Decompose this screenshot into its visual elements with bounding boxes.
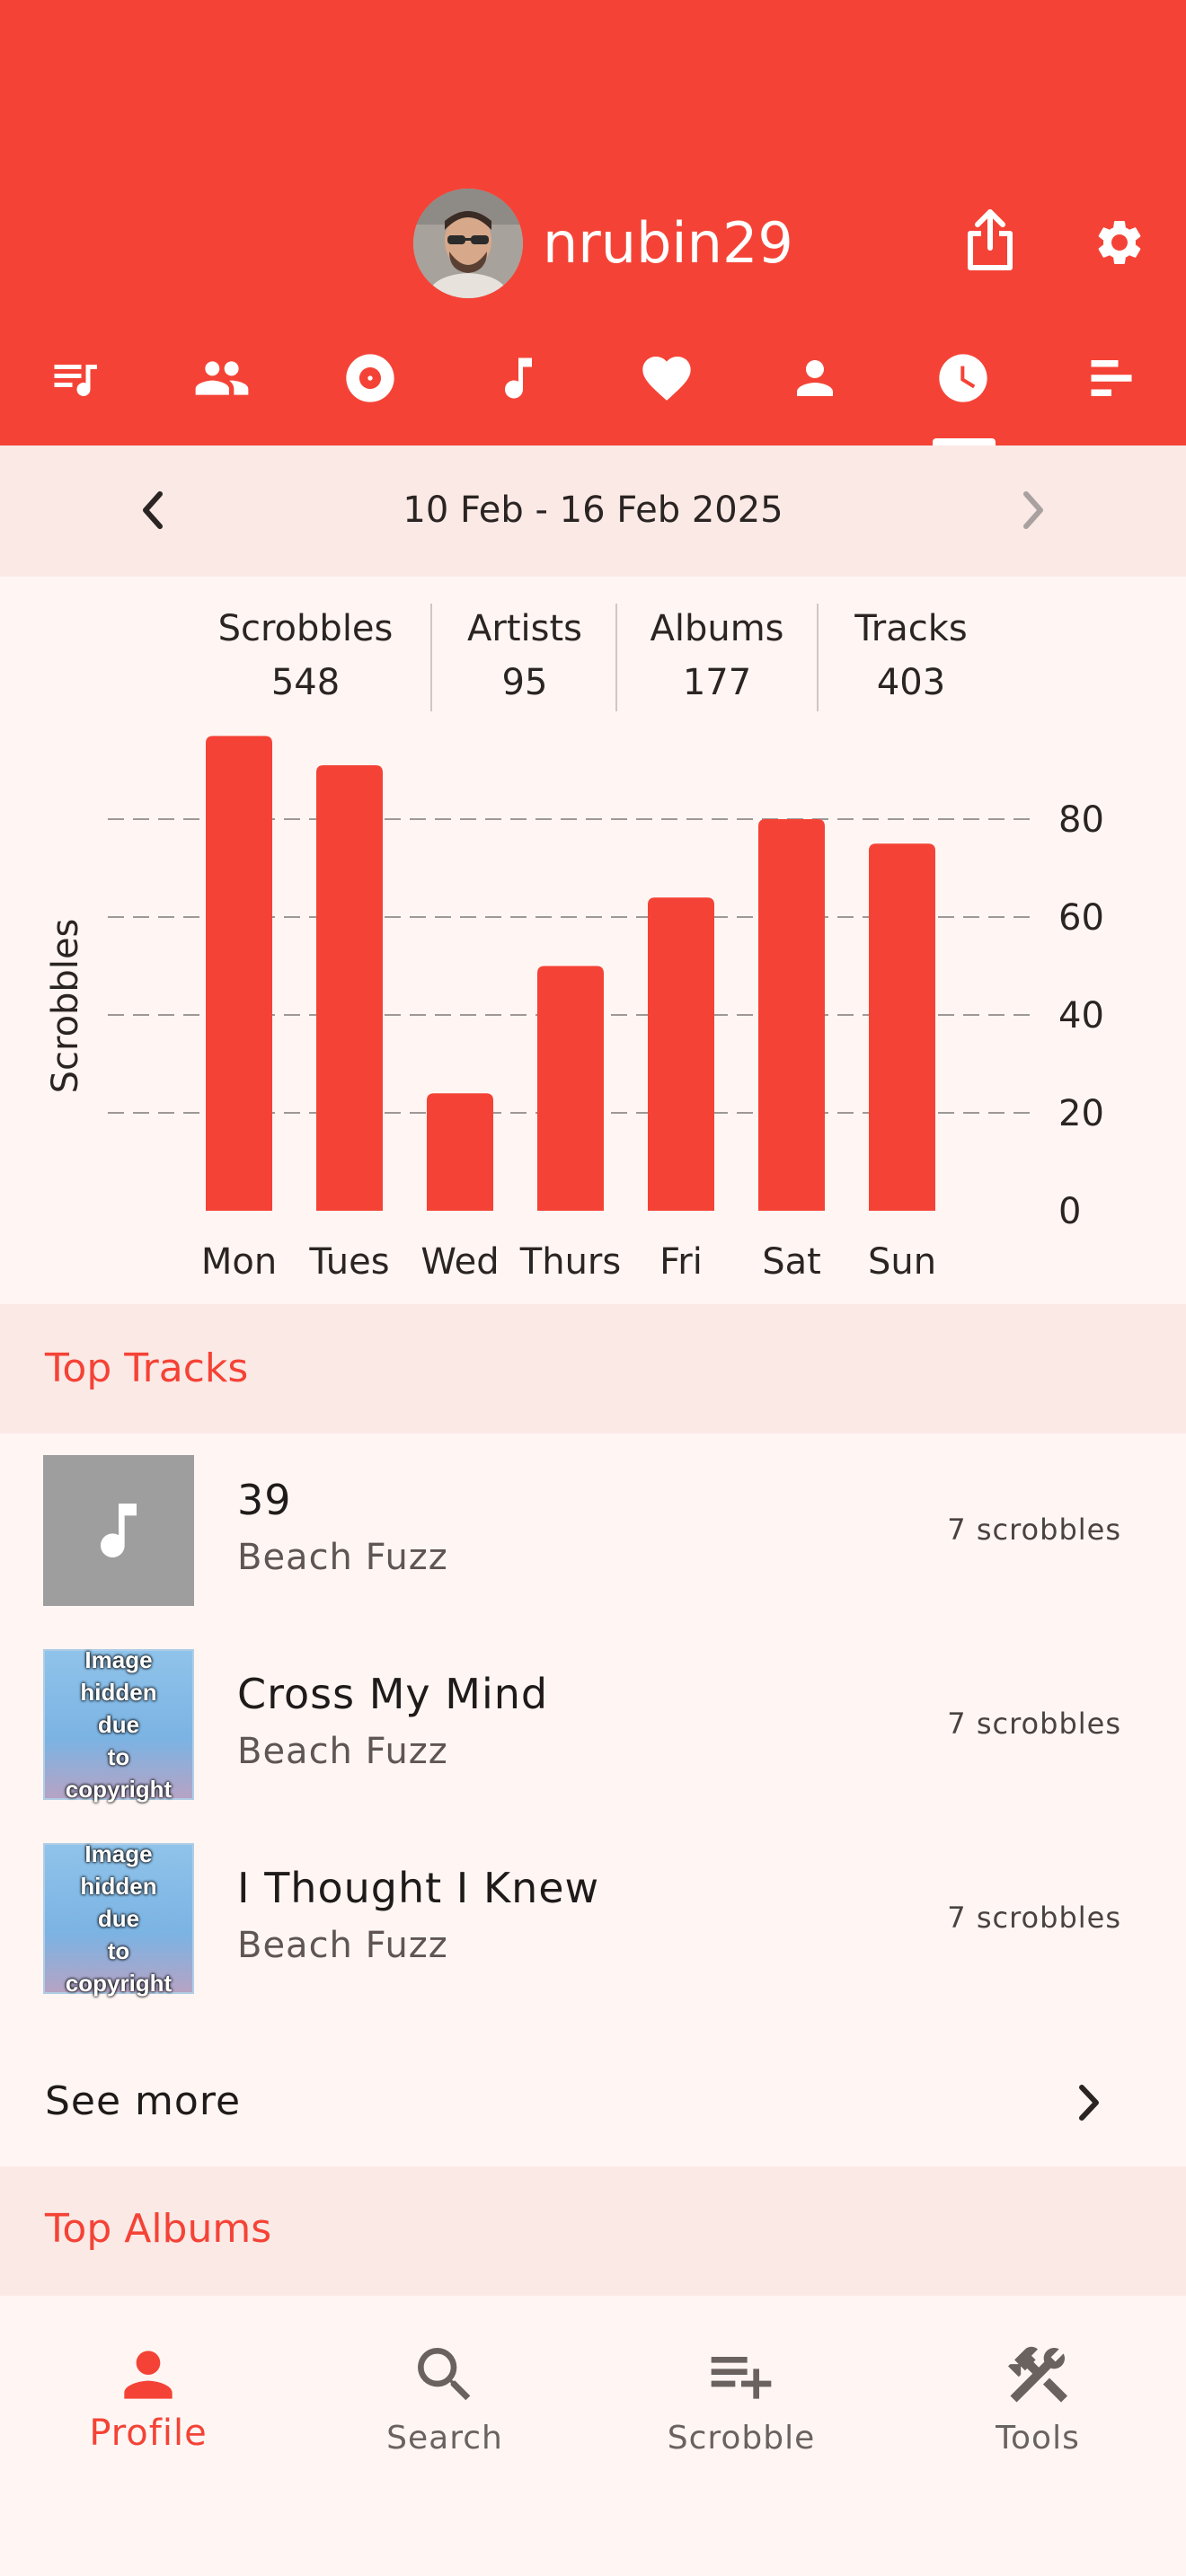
track-art: Image hidden due to copyright <box>43 1840 194 1997</box>
tab-tracks[interactable] <box>478 340 559 420</box>
x-tick-label: Sat <box>762 1241 821 1283</box>
nav-label: Tools <box>996 2420 1080 2457</box>
divider <box>430 604 432 711</box>
person-icon <box>124 2351 173 2399</box>
nav-label: Scrobble <box>667 2420 816 2457</box>
track-title: Cross My Mind <box>237 1670 549 1718</box>
tools-icon <box>1008 2346 1068 2403</box>
scrobbles-chart: 0 20 40 60 80 Mon Tues Wed Thurs Fri Sat Sun Scrobbl… <box>0 719 1186 1293</box>
section-title: Top Tracks <box>45 1345 249 1391</box>
bar <box>758 819 825 1211</box>
bar <box>537 966 604 1211</box>
stat-scrobbles: Scrobbles 548 <box>217 608 394 703</box>
bar <box>648 897 714 1211</box>
people-icon <box>193 349 251 410</box>
share-icon[interactable] <box>965 208 1015 273</box>
nav-scrobble[interactable]: Scrobble <box>593 2299 890 2479</box>
bar <box>427 1093 493 1211</box>
bar-chart-icon <box>1084 351 1138 409</box>
bar-chart: 0 20 40 60 80 Mon Tues Wed Thurs Fri Sat Sun Scrobbl… <box>45 736 1104 1283</box>
bar <box>869 843 935 1211</box>
settings-icon[interactable] <box>1093 216 1146 269</box>
track-artist: Beach Fuzz <box>237 1537 448 1578</box>
y-tick-label: 80 <box>1058 799 1104 841</box>
track-art <box>43 1455 194 1606</box>
track-art: Image hidden due to copyright <box>43 1646 194 1803</box>
stat-artists: Artists 95 <box>467 608 582 703</box>
search-icon <box>418 2348 471 2401</box>
x-tick-label: Fri <box>659 1241 703 1283</box>
divider <box>817 604 819 711</box>
divider <box>615 604 617 711</box>
stats-row: Scrobbles 548 Artists 95 Albums 177 Tracks 4… <box>0 602 1186 713</box>
tab-indicator <box>933 438 996 446</box>
avatar[interactable] <box>413 189 523 298</box>
stat-albums: Albums 177 <box>650 608 784 703</box>
nav-label: Search <box>386 2420 503 2457</box>
queue-music-icon <box>48 351 102 409</box>
x-tick-label: Mon <box>201 1241 277 1283</box>
track-artist: Beach Fuzz <box>237 1925 448 1966</box>
heart-icon <box>638 349 695 410</box>
x-tick-label: Thurs <box>519 1241 621 1283</box>
top-albums-header: Top Albums <box>0 2166 1186 2296</box>
music-note-icon <box>491 351 545 409</box>
see-more-button[interactable]: See more <box>0 2048 1186 2165</box>
bar <box>316 765 383 1211</box>
x-tick-label: Sun <box>868 1241 936 1283</box>
bar <box>206 736 272 1211</box>
y-tick-label: 20 <box>1058 1093 1104 1134</box>
bottom-navigation: Profile Search Scrobble Tools <box>0 2299 1186 2576</box>
chevron-right-icon <box>1079 2085 1099 2121</box>
track-title: I Thought I Knew <box>237 1864 600 1912</box>
track-row[interactable]: 39 Beach Fuzz 7 scrobbles <box>0 1455 1186 1649</box>
stat-tracks: Tracks 403 <box>854 608 968 703</box>
tab-loved[interactable] <box>626 340 707 420</box>
see-more-label: See more <box>45 2078 242 2124</box>
track-title: 39 <box>237 1476 292 1524</box>
person-icon <box>788 351 842 409</box>
nav-label: Profile <box>89 2413 208 2454</box>
username: nrubin29 <box>543 210 793 276</box>
tab-charts[interactable] <box>1071 340 1152 420</box>
track-artist: Beach Fuzz <box>237 1731 448 1772</box>
tab-scrobbles[interactable] <box>34 340 115 420</box>
scrobble-count: 7 scrobbles <box>947 1707 1121 1741</box>
tab-friends[interactable] <box>181 340 262 420</box>
section-title: Top Albums <box>45 2206 272 2252</box>
y-axis-label: Scrobbles <box>45 919 86 1094</box>
album-icon <box>341 349 399 410</box>
tab-artists[interactable] <box>774 340 855 420</box>
track-row[interactable]: Image hidden due to copyright Cross My Mind … <box>0 1646 1186 1843</box>
y-tick-label: 40 <box>1058 995 1104 1037</box>
app-header: nrubin29 <box>0 0 1186 446</box>
music-note-icon <box>101 1504 137 1557</box>
scrobble-count: 7 scrobbles <box>947 1901 1121 1935</box>
x-tick-label: Wed <box>420 1241 499 1283</box>
x-tick-label: Tues <box>308 1241 389 1283</box>
y-tick-label: 60 <box>1058 897 1104 939</box>
nav-profile[interactable]: Profile <box>0 2299 296 2479</box>
scrobble-count: 7 scrobbles <box>947 1513 1121 1547</box>
tab-albums[interactable] <box>330 340 411 420</box>
playlist-add-icon <box>711 2357 772 2399</box>
top-tracks-header: Top Tracks <box>0 1304 1186 1434</box>
track-row[interactable]: Image hidden due to copyright I Thought I Kn… <box>0 1840 1186 2037</box>
nav-tools[interactable]: Tools <box>890 2299 1186 2479</box>
y-tick-label: 0 <box>1058 1191 1081 1232</box>
clock-icon <box>934 349 992 410</box>
nav-search[interactable]: Search <box>296 2299 593 2479</box>
tab-history[interactable] <box>923 340 1004 420</box>
week-range-label: 10 Feb - 16 Feb 2025 <box>403 490 783 531</box>
